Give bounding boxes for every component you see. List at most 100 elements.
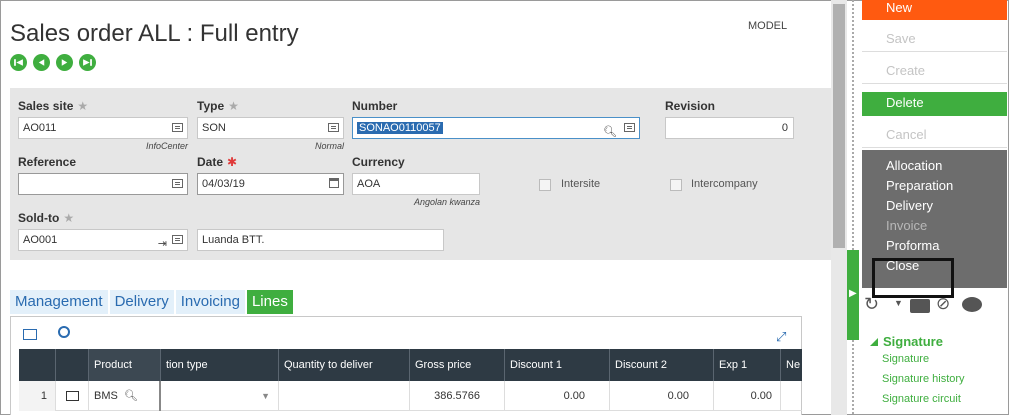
sales-site-label: Sales site ★ [18,99,89,113]
lookup-icon[interactable] [172,123,183,132]
refresh-icon[interactable]: ↻ [864,294,879,315]
cancel-button[interactable]: Cancel [862,124,1007,148]
chevron-right-icon: ▶ [849,288,857,299]
toolbar-icons: ↻ ▼ ⊘ [862,294,1007,316]
lookup-icon[interactable] [172,179,183,188]
header-form: Sales site ★ AO011 InfoCenter Type ★ SON N… [10,88,831,260]
type-field[interactable]: SON [197,117,344,139]
intercompany-checkbox[interactable] [670,179,682,191]
print-icon[interactable] [910,299,930,313]
type-description: Normal [314,141,344,151]
comment-icon[interactable] [962,297,982,312]
reference-label: Reference [18,155,77,169]
delete-button[interactable]: Delete [862,92,1007,116]
cell-exp-1[interactable]: 0.00 [714,381,781,411]
column-quantity-to-deliver[interactable]: Quantity to deliver [279,349,410,381]
expand-icon[interactable]: ⤢ [776,329,786,345]
menu-item-delivery[interactable]: Delivery [886,196,1007,216]
menu-item-preparation[interactable]: Preparation [886,176,1007,196]
close-highlight-box [872,258,954,298]
column-gross-price[interactable]: Gross price [410,349,505,381]
panel-toggle[interactable]: ▶ [847,250,859,340]
cell-gross-price[interactable]: 386.5766 [410,381,505,411]
reference-field[interactable] [18,173,188,195]
grid-settings-icon[interactable] [23,329,37,340]
row-number: 1 [19,381,56,411]
create-button[interactable]: Create [862,60,1007,84]
jump-to-icon[interactable]: ⇥ [158,234,167,254]
column-discount-2[interactable]: Discount 2 [610,349,714,381]
cell-discount-2[interactable]: 0.00 [610,381,714,411]
tab-delivery[interactable]: Delivery [109,290,174,314]
menu-item-invoice[interactable]: Invoice [886,216,1007,236]
cell-quantity-to-deliver[interactable] [279,381,410,411]
currency-description: Angolan kwanza [413,197,480,207]
save-button[interactable]: Save [862,28,1007,52]
sold-to-field[interactable]: AO001 ⇥ [18,229,188,251]
cell-allocation-type[interactable]: ▼ [161,381,279,411]
grid-header: Product tion type Quantity to deliver Gr… [19,349,802,381]
column-exp-1[interactable]: Exp 1 [714,349,781,381]
column-discount-1[interactable]: Discount 1 [505,349,610,381]
lines-grid: ⤢ Product tion type Quantity to deliver … [10,316,802,415]
cell-product[interactable]: BMS 🔍︎ [89,381,161,411]
last-record-icon[interactable] [79,54,96,71]
row-number-header [19,349,56,381]
chevron-down-icon[interactable]: ▼ [894,298,903,308]
right-action-panel: New Save Create Delete Cancel Allocation… [862,0,1007,298]
collapse-icon [870,338,878,346]
row-action-header [56,349,89,381]
search-icon[interactable]: 🔍︎ [124,390,138,402]
column-next[interactable]: Ne [781,349,802,381]
tab-invoicing[interactable]: Invoicing [175,290,245,314]
revision-label: Revision [665,99,716,113]
calendar-icon[interactable] [329,178,339,188]
currency-field[interactable]: AOA [352,173,480,195]
date-label: Date ✱ [197,155,238,169]
table-row[interactable]: 1 BMS 🔍︎ ▼ 386.5766 0.00 0.00 0.00 [19,381,802,411]
tab-lines[interactable]: Lines [246,290,293,314]
cell-discount-1[interactable]: 0.00 [505,381,610,411]
type-label: Type ★ [197,99,239,113]
number-field[interactable]: SONAO0110057 🔍︎ [352,117,640,139]
lookup-icon[interactable] [172,235,183,244]
signature-history-link[interactable]: Signature history [882,369,965,389]
sales-site-field[interactable]: AO011 [18,117,188,139]
column-product[interactable]: Product [89,349,161,381]
intersite-checkbox[interactable] [539,179,551,191]
row-detail-icon[interactable] [56,381,89,411]
signature-header[interactable]: Signature [870,334,965,349]
revision-field[interactable]: 0 [665,117,794,139]
sold-to-label: Sold-to ★ [18,211,75,225]
tab-management[interactable]: Management [10,290,108,314]
date-field[interactable]: 04/03/19 [197,173,344,195]
currency-label: Currency [352,155,405,169]
intersite-label: Intersite [561,178,601,190]
sales-site-description: InfoCenter [145,141,188,151]
signature-circuit-link[interactable]: Signature circuit [882,389,965,409]
first-record-icon[interactable] [10,54,27,71]
grid-search-icon[interactable] [58,326,70,338]
number-label: Number [352,99,398,113]
search-icon[interactable]: 🔍︎ [603,122,617,142]
section-tabs: Management Delivery Invoicing Lines [10,290,293,314]
menu-item-allocation[interactable]: Allocation [886,156,1007,176]
signature-section: Signature Signature Signature history Si… [870,334,965,409]
model-label: MODEL [748,20,788,32]
previous-record-icon[interactable] [33,54,50,71]
vertical-scrollbar[interactable] [831,0,847,415]
lookup-icon[interactable] [624,123,635,132]
lookup-icon[interactable] [328,123,339,132]
menu-item-proforma[interactable]: Proforma [886,236,1007,256]
new-button[interactable]: New [862,0,1007,20]
record-navigation [10,54,96,71]
column-allocation-type[interactable]: tion type [161,349,279,381]
panel-divider [852,0,854,415]
signature-link[interactable]: Signature [882,349,965,369]
chevron-down-icon[interactable]: ▼ [261,381,270,411]
next-record-icon[interactable] [56,54,73,71]
page-title: Sales order ALL : Full entry [10,20,299,47]
scrollbar-thumb[interactable] [833,4,845,248]
attachment-icon[interactable]: ⊘ [936,294,950,314]
sold-to-name-field[interactable]: Luanda BTT. [197,229,444,251]
